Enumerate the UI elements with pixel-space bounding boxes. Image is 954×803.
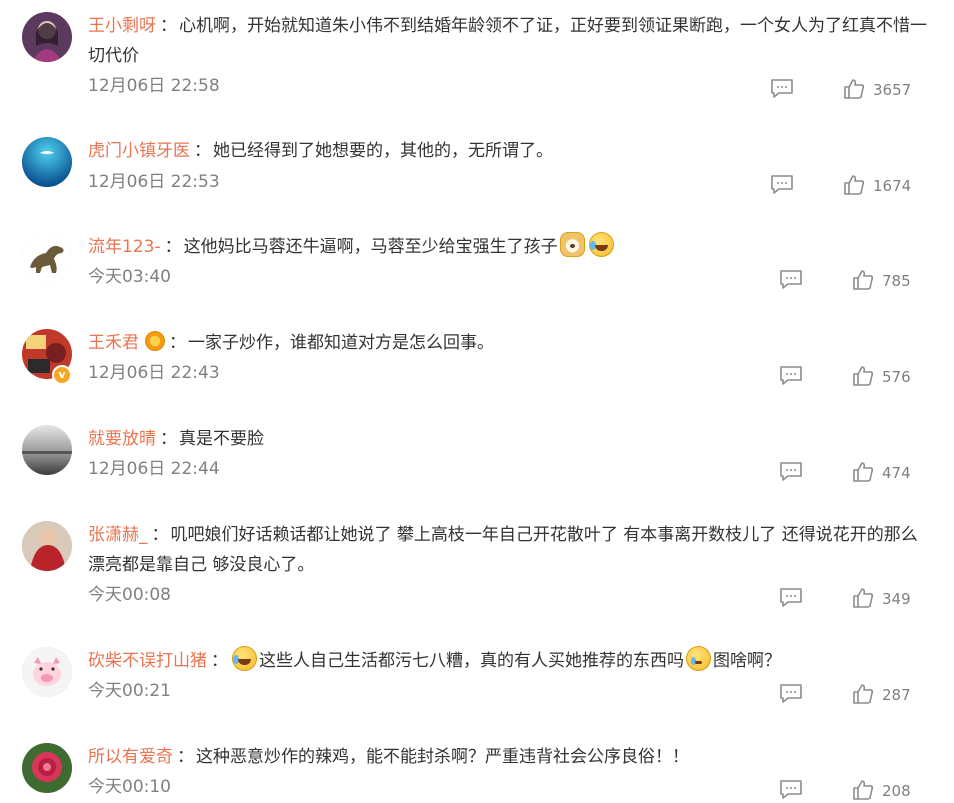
comment-text: 这他妈比马蓉还牛逼啊，马蓉至少给宝强生了孩子 bbox=[183, 237, 558, 257]
comment-time: 今天00:08 bbox=[88, 585, 171, 605]
dog-emoji-icon bbox=[559, 232, 585, 257]
laugh-cry-emoji-icon bbox=[588, 232, 614, 257]
comment-body: 王禾君：一家子炒作，谁都知道对方是怎么回事。 bbox=[88, 331, 494, 353]
like-count: 1674 bbox=[873, 177, 912, 195]
like-count: 3657 bbox=[873, 81, 912, 99]
thumbs-up-icon[interactable] bbox=[852, 587, 874, 609]
verified-badge-icon: v bbox=[52, 365, 72, 385]
comment-text: 她已经得到了她想要的，其他的，无所谓了。 bbox=[213, 141, 553, 161]
comment-body: 砍柴不误打山猪：这些人自己生活都污七八糟，真的有人买她推荐的东西吗 图啥啊？ bbox=[88, 646, 933, 676]
reply-icon[interactable] bbox=[779, 461, 803, 483]
comment-body: 虎门小镇牙医：她已经得到了她想要的，其他的，无所谓了。 bbox=[88, 141, 553, 161]
comment-body: 流年123-：这他妈比马蓉还牛逼啊，马蓉至少给宝强生了孩子 bbox=[88, 232, 933, 262]
username-link[interactable]: 所以有爱奇 bbox=[88, 747, 173, 767]
comment-time: 12月06日 22:44 bbox=[88, 459, 220, 479]
reply-icon[interactable] bbox=[779, 683, 803, 705]
comment-list: 王小剩呀：心机啊，开始就知道朱小伟不到结婚年龄领不了证，正好要到领证果断跑，一个… bbox=[0, 0, 954, 803]
avatar[interactable] bbox=[22, 521, 72, 571]
comment-time: 12月06日 22:58 bbox=[88, 76, 220, 96]
username-link[interactable]: 王禾君 bbox=[88, 333, 139, 353]
avatar[interactable] bbox=[22, 743, 72, 793]
thumbs-up-icon[interactable] bbox=[852, 779, 874, 801]
username-link[interactable]: 张潇赫_ bbox=[88, 525, 148, 545]
reply-icon[interactable] bbox=[770, 78, 794, 100]
comment-time: 今天00:10 bbox=[88, 777, 171, 797]
reply-icon[interactable] bbox=[770, 174, 794, 196]
comment-body: 所以有爱奇：这种恶意炒作的辣鸡，能不能封杀啊？严重违背社会公序良俗！！ bbox=[88, 747, 689, 767]
like-count: 576 bbox=[882, 368, 911, 386]
laugh-cry-emoji-icon bbox=[232, 646, 257, 671]
like-count: 474 bbox=[882, 464, 911, 482]
username-link[interactable]: 王小剩呀 bbox=[88, 16, 156, 36]
like-count: 287 bbox=[882, 686, 911, 704]
username-link[interactable]: 虎门小镇牙医 bbox=[88, 141, 190, 161]
avatar[interactable] bbox=[22, 137, 72, 187]
username-link[interactable]: 砍柴不误打山猪 bbox=[88, 651, 207, 671]
comment-time: 12月06日 22:43 bbox=[88, 363, 220, 383]
thumbs-up-icon[interactable] bbox=[843, 78, 865, 100]
comment-time: 今天03:40 bbox=[88, 267, 171, 287]
comment-text: 这种恶意炒作的辣鸡，能不能封杀啊？严重违背社会公序良俗！！ bbox=[196, 747, 689, 767]
comment-text: 叽吧娘们好话赖话都让她说了 攀上高枝一年自己开花散叶了 有本事离开数枝儿了 还得… bbox=[88, 525, 918, 575]
avatar[interactable] bbox=[22, 12, 72, 62]
thumbs-up-icon[interactable] bbox=[852, 683, 874, 705]
comment-time: 今天00:21 bbox=[88, 681, 171, 701]
username-link[interactable]: 流年123- bbox=[88, 237, 161, 257]
like-count: 349 bbox=[882, 590, 911, 608]
sweat-emoji-icon bbox=[686, 646, 711, 671]
thumbs-up-icon[interactable] bbox=[852, 461, 874, 483]
thumbs-up-icon[interactable] bbox=[852, 365, 874, 387]
like-count: 785 bbox=[882, 272, 911, 290]
avatar[interactable] bbox=[22, 233, 72, 283]
like-count: 208 bbox=[882, 782, 911, 800]
reply-icon[interactable] bbox=[779, 269, 803, 291]
thumbs-up-icon[interactable] bbox=[843, 174, 865, 196]
comment-text: 心机啊，开始就知道朱小伟不到结婚年龄领不了证，正好要到领证果断跑，一个女人为了红… bbox=[88, 16, 927, 66]
reply-icon[interactable] bbox=[779, 587, 803, 609]
comment-body: 张潇赫_：叽吧娘们好话赖话都让她说了 攀上高枝一年自己开花散叶了 有本事离开数枝… bbox=[88, 525, 918, 575]
avatar[interactable] bbox=[22, 425, 72, 475]
crown-icon bbox=[145, 331, 165, 351]
comment-text-tail: 图啥啊？ bbox=[713, 651, 781, 671]
avatar[interactable] bbox=[22, 647, 72, 697]
comment-text: 这些人自己生活都污七八糟，真的有人买她推荐的东西吗 bbox=[259, 651, 684, 671]
username-link[interactable]: 就要放晴 bbox=[88, 429, 156, 449]
comment-text: 真是不要脸 bbox=[179, 429, 264, 449]
comment-body: 就要放晴：真是不要脸 bbox=[88, 429, 264, 449]
comment-text: 一家子炒作，谁都知道对方是怎么回事。 bbox=[188, 333, 494, 353]
comment-body: 王小剩呀：心机啊，开始就知道朱小伟不到结婚年龄领不了证，正好要到领证果断跑，一个… bbox=[88, 16, 927, 66]
thumbs-up-icon[interactable] bbox=[852, 269, 874, 291]
reply-icon[interactable] bbox=[779, 779, 803, 801]
comment-time: 12月06日 22:53 bbox=[88, 172, 220, 192]
reply-icon[interactable] bbox=[779, 365, 803, 387]
